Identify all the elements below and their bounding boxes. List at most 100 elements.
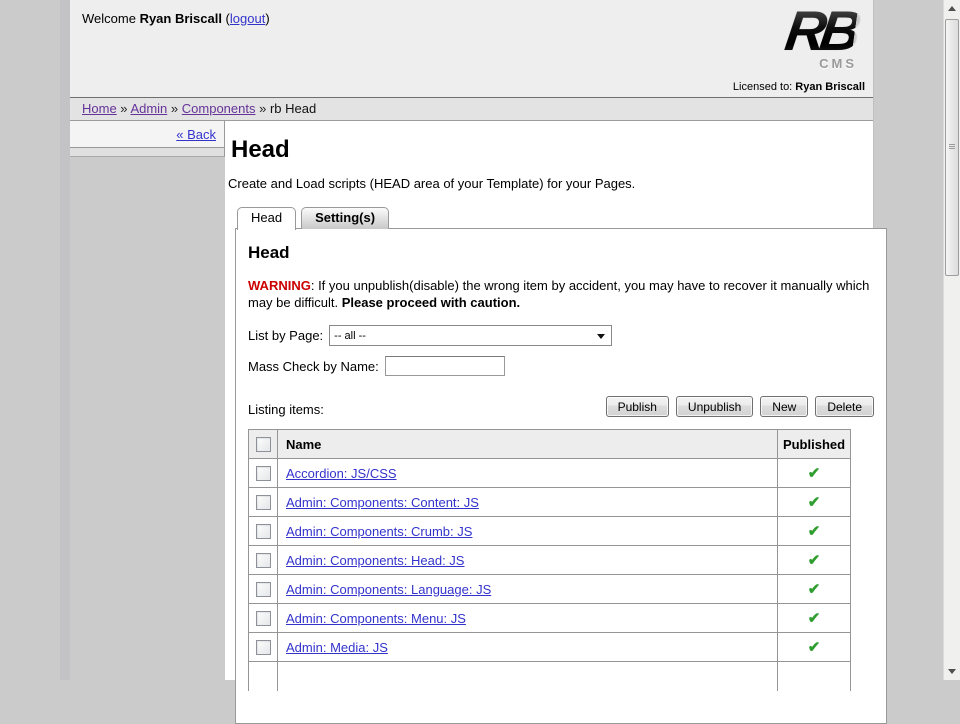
item-name-cell: Admin: Media: JS xyxy=(278,633,778,662)
table-header-row: Name Published xyxy=(249,430,851,459)
table-row: Admin: Components: Menu: JS ✔ xyxy=(249,604,851,633)
scrollbar-thumb[interactable] xyxy=(945,19,959,276)
item-link-admin-media-js[interactable]: Admin: Media: JS xyxy=(286,640,388,655)
published-check-icon: ✔ xyxy=(808,552,821,569)
row-checkbox[interactable] xyxy=(256,553,271,568)
published-cell: ✔ xyxy=(778,575,851,604)
tab-setting-s[interactable]: Setting(s) xyxy=(301,207,389,229)
published-check-icon: ✔ xyxy=(808,523,821,540)
scroll-up-button[interactable] xyxy=(944,0,960,17)
row-checkbox-cell xyxy=(249,604,278,633)
item-name-cell xyxy=(278,662,778,691)
row-checkbox[interactable] xyxy=(256,466,271,481)
published-check-icon: ✔ xyxy=(808,639,821,656)
item-link-admin-components-language-js[interactable]: Admin: Components: Language: JS xyxy=(286,582,491,597)
mass-check-input[interactable] xyxy=(385,356,505,376)
delete-button[interactable]: Delete xyxy=(815,396,874,417)
rb-cms-logo: RB CMS xyxy=(733,4,863,76)
tab-head[interactable]: Head xyxy=(237,207,296,230)
table-row: Admin: Components: Content: JS ✔ xyxy=(249,488,851,517)
item-name-cell: Admin: Components: Language: JS xyxy=(278,575,778,604)
listing-row: Listing items: Publish Unpublish New Delete xyxy=(248,396,874,417)
warning-message: WARNING: If you unpublish(disable) the w… xyxy=(248,277,874,311)
item-link-accordion-js-css[interactable]: Accordion: JS/CSS xyxy=(286,466,397,481)
licensed-to: Licensed to: Ryan Briscall xyxy=(733,81,865,93)
list-by-page-label: List by Page: xyxy=(248,328,323,343)
breadcrumb-separator: » xyxy=(255,101,269,116)
table-row: Admin: Components: Head: JS ✔ xyxy=(249,546,851,575)
select-all-cell xyxy=(249,430,278,459)
item-link-admin-components-head-js[interactable]: Admin: Components: Head: JS xyxy=(286,553,464,568)
item-name-cell: Accordion: JS/CSS xyxy=(278,459,778,488)
licensed-name: Ryan Briscall xyxy=(795,81,865,93)
row-checkbox[interactable] xyxy=(256,582,271,597)
action-buttons: Publish Unpublish New Delete xyxy=(606,396,874,417)
item-link-admin-components-content-js[interactable]: Admin: Components: Content: JS xyxy=(286,495,479,510)
row-checkbox-cell xyxy=(249,517,278,546)
page-description: Create and Load scripts (HEAD area of yo… xyxy=(228,176,873,192)
welcome-bar: Welcome Ryan Briscall (logout) xyxy=(82,11,270,26)
breadcrumb-link-components[interactable]: Components xyxy=(182,101,256,116)
listing-items-label: Listing items: xyxy=(248,402,324,417)
sidebar-strip xyxy=(70,148,225,157)
mass-check-label: Mass Check by Name: xyxy=(248,359,379,374)
item-name-cell: Admin: Components: Head: JS xyxy=(278,546,778,575)
publish-button[interactable]: Publish xyxy=(606,396,669,417)
row-checkbox[interactable] xyxy=(256,611,271,626)
table-row: Admin: Media: JS ✔ xyxy=(249,633,851,662)
scroll-down-button[interactable] xyxy=(944,663,960,680)
unpublish-button[interactable]: Unpublish xyxy=(676,396,753,417)
table-row-partial xyxy=(249,662,851,691)
page-left-shadow xyxy=(60,0,70,680)
item-name-cell: Admin: Components: Menu: JS xyxy=(278,604,778,633)
row-checkbox-cell xyxy=(249,459,278,488)
published-cell xyxy=(778,662,851,691)
table-row: Admin: Components: Crumb: JS ✔ xyxy=(249,517,851,546)
content-area: « Back Head Create and Load scripts (HEA… xyxy=(70,121,873,680)
item-name-cell: Admin: Components: Crumb: JS xyxy=(278,517,778,546)
item-link-admin-components-crumb-js[interactable]: Admin: Components: Crumb: JS xyxy=(286,524,472,539)
row-checkbox[interactable] xyxy=(256,640,271,655)
panel-title: Head xyxy=(248,243,874,263)
published-cell: ✔ xyxy=(778,546,851,575)
vertical-scrollbar[interactable] xyxy=(943,0,960,680)
breadcrumb-current: rb Head xyxy=(270,101,316,116)
breadcrumb: Home » Admin » Components » rb Head xyxy=(70,97,873,121)
list-by-page-selected-value: -- all -- xyxy=(334,330,366,342)
published-cell: ✔ xyxy=(778,488,851,517)
list-by-page-select[interactable]: -- all -- xyxy=(329,325,612,346)
list-by-page-row: List by Page: -- all -- xyxy=(248,325,874,346)
mass-check-row: Mass Check by Name: xyxy=(248,356,874,376)
paren-open: ( xyxy=(222,11,230,26)
sidebar: « Back xyxy=(70,121,225,157)
licensed-prefix: Licensed to: xyxy=(733,81,795,93)
published-check-icon: ✔ xyxy=(808,610,821,627)
row-checkbox[interactable] xyxy=(256,524,271,539)
row-checkbox-cell xyxy=(249,633,278,662)
head-panel: Head WARNING: If you unpublish(disable) … xyxy=(235,228,887,724)
row-checkbox-cell xyxy=(249,575,278,604)
select-all-checkbox[interactable] xyxy=(256,437,271,452)
new-button[interactable]: New xyxy=(760,396,808,417)
back-box: « Back xyxy=(70,121,225,148)
breadcrumb-separator: » xyxy=(117,101,131,116)
published-column-header: Published xyxy=(778,430,851,459)
arrow-up-icon xyxy=(948,6,956,11)
row-checkbox-cell xyxy=(249,546,278,575)
breadcrumb-link-home[interactable]: Home xyxy=(82,101,117,116)
page-container: Welcome Ryan Briscall (logout) RB CMS Li… xyxy=(70,0,874,680)
items-table: Name Published Accordion: JS/CSS✔Admin: … xyxy=(248,429,851,691)
row-checkbox-cell xyxy=(249,488,278,517)
published-cell: ✔ xyxy=(778,604,851,633)
item-link-admin-components-menu-js[interactable]: Admin: Components: Menu: JS xyxy=(286,611,466,626)
back-link[interactable]: « Back xyxy=(176,127,216,142)
table-row: Admin: Components: Language: JS ✔ xyxy=(249,575,851,604)
published-check-icon: ✔ xyxy=(808,494,821,511)
row-checkbox[interactable] xyxy=(256,495,271,510)
breadcrumb-link-admin[interactable]: Admin xyxy=(130,101,167,116)
welcome-text: Welcome xyxy=(82,11,140,26)
published-cell: ✔ xyxy=(778,633,851,662)
item-name-cell: Admin: Components: Content: JS xyxy=(278,488,778,517)
logo-rb-text: RB xyxy=(782,0,860,63)
logout-link[interactable]: logout xyxy=(230,11,265,26)
